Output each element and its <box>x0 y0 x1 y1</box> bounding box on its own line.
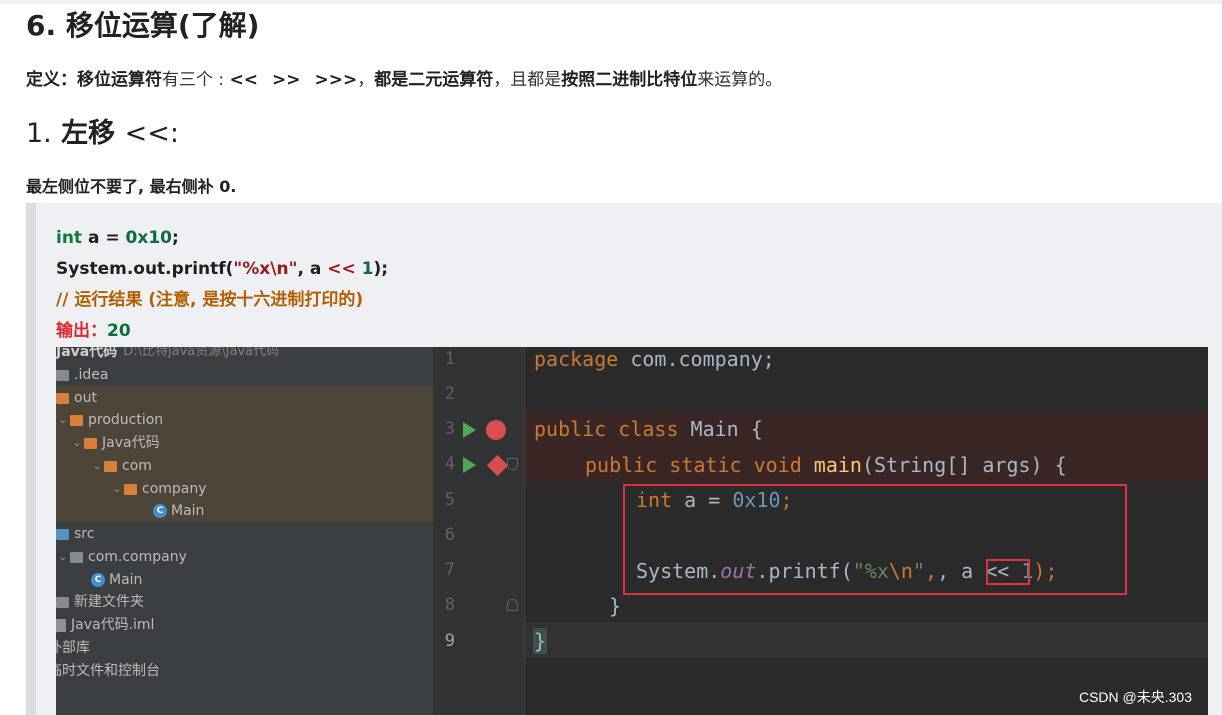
code-line-1: int a = 0x10; <box>56 228 179 248</box>
definition-separator: ， <box>357 70 375 90</box>
line-number: 6 <box>444 525 455 545</box>
fold-end-icon[interactable] <box>507 599 518 611</box>
chevron-down-icon[interactable]: ⌄ <box>56 410 70 430</box>
folder-icon <box>56 528 69 540</box>
chevron-down-icon[interactable]: ⌄ <box>90 456 104 476</box>
java-class-icon: C <box>91 573 105 587</box>
tree-item-com-company[interactable]: ⌄ com.company <box>56 547 186 567</box>
caret-line-highlight <box>525 622 1208 658</box>
editor-line-9: } <box>532 628 548 654</box>
tree-item-root[interactable]: Java代码 D:\比特java资源\Java代码 <box>56 347 279 362</box>
tree-item-company[interactable]: ⌄ company <box>110 479 206 499</box>
section-heading: 6. 移位运算(了解) <box>26 9 260 42</box>
line-number: 3 <box>444 419 455 439</box>
tree-item-java-code-output[interactable]: ⌄ Java代码 <box>70 433 159 453</box>
folder-icon <box>56 369 69 381</box>
tree-item-iml-file[interactable]: Java代码.iml <box>56 615 154 635</box>
line-number: 4 <box>444 454 455 474</box>
definition-bitwise: 按照二进制比特位 <box>561 70 698 90</box>
editor-separator <box>524 347 525 715</box>
code-comment: // 运行结果 (注意, 是按十六进制打印的) <box>56 290 364 310</box>
left-shift-note: 最左侧位不要了, 最右侧补 0. <box>26 177 237 196</box>
operator-unsigned-right-shift: >>> <box>314 70 358 90</box>
subsection-number: 1. <box>26 118 52 149</box>
editor-line-8: } <box>609 594 622 618</box>
subsection-heading: 1. 左移 <<: <box>26 114 179 154</box>
tree-item-main-class-output[interactable]: C Main <box>153 501 204 521</box>
definition-text-2: ，且都是 <box>493 70 562 90</box>
line-number: 7 <box>444 560 455 580</box>
editor-line-4: public static void main(String[] args) { <box>585 453 1067 477</box>
breakpoint-icon[interactable] <box>486 420 506 440</box>
subsection-title: 左移 <box>61 118 116 149</box>
out-folder-highlight <box>56 386 433 522</box>
code-output: 输出：20 <box>56 321 131 341</box>
csdn-watermark: CSDN @未央.303 <box>1078 689 1192 705</box>
definition-text: 有三个 : <box>162 70 230 90</box>
operator-highlight-box <box>986 559 1030 585</box>
project-tree-panel: Java代码 D:\比特java资源\Java代码 .idea out ⌄ prod… <box>56 347 433 715</box>
code-line-2: System.out.printf("%x\n", a << 1); <box>56 259 389 279</box>
definition-term: 移位运算符 <box>77 70 162 90</box>
run-icon[interactable] <box>463 422 476 438</box>
chevron-down-icon[interactable]: ⌄ <box>70 433 84 453</box>
definition-label: 定义 <box>26 70 60 90</box>
folder-icon <box>124 483 137 495</box>
definition-colon: ： <box>60 70 77 90</box>
tree-item-src[interactable]: src <box>56 524 94 544</box>
line-number: 8 <box>444 595 455 615</box>
code-highlight-box <box>623 484 1127 595</box>
tree-item-scratches[interactable]: 临时文件和控制台 <box>56 661 160 681</box>
tree-item-external-libraries[interactable]: 外部库 <box>56 638 90 658</box>
definition-binary-ops: 都是二元运算符 <box>374 70 494 90</box>
tree-item-production[interactable]: ⌄ production <box>56 410 163 430</box>
folder-icon <box>84 437 97 449</box>
subsection-operator: <<: <box>124 118 179 149</box>
method-breakpoint-icon[interactable] <box>486 454 509 477</box>
folder-icon <box>56 392 69 404</box>
chevron-down-icon[interactable]: ⌄ <box>110 479 124 499</box>
operator-right-shift: >> <box>272 70 301 90</box>
file-icon <box>56 618 66 632</box>
folder-icon <box>70 414 83 426</box>
run-icon[interactable] <box>463 457 476 473</box>
tree-item-main-class[interactable]: C Main <box>91 570 142 590</box>
operator-left-shift: << <box>229 70 259 90</box>
line-number: 2 <box>444 384 455 404</box>
editor-gutter: 1 2 3 4 5 6 7 8 9 <box>433 347 524 715</box>
java-class-icon: C <box>153 504 167 518</box>
tree-item-new-folder[interactable]: 新建文件夹 <box>56 592 144 612</box>
editor-line-3: public class Main { <box>534 417 763 441</box>
code-block-bar <box>26 203 36 715</box>
definition-paragraph: 定义：移位运算符有三个 : << >> >>>，都是二元运算符，且都是按照二进制比特… <box>26 67 782 93</box>
folder-icon <box>56 596 69 608</box>
line-number: 5 <box>444 490 455 510</box>
line-number: 1 <box>444 349 455 369</box>
tree-item-idea[interactable]: .idea <box>56 365 108 385</box>
top-divider <box>0 0 1222 4</box>
tree-item-com[interactable]: ⌄ com <box>90 456 152 476</box>
fold-icon[interactable] <box>507 458 518 470</box>
ide-screenshot: Java代码 D:\比特java资源\Java代码 .idea out ⌄ prod… <box>56 347 1208 715</box>
definition-text-3: 来运算的。 <box>697 70 783 90</box>
editor-line-1: package com.company; <box>534 347 775 371</box>
tree-item-out[interactable]: out <box>56 388 97 408</box>
folder-icon <box>104 460 117 472</box>
line-number: 9 <box>444 631 455 651</box>
chevron-down-icon[interactable]: ⌄ <box>56 547 70 567</box>
package-icon <box>70 551 83 563</box>
